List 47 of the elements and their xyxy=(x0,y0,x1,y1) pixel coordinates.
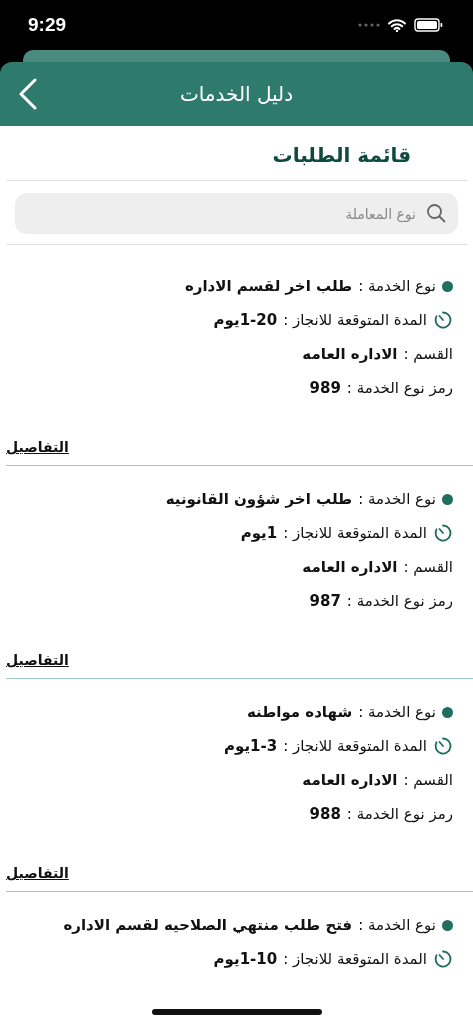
timer-icon xyxy=(433,949,453,969)
code-label: رمز نوع الخدمة : xyxy=(346,377,453,399)
duration-value: 1-10يوم xyxy=(213,948,278,970)
code-label: رمز نوع الخدمة : xyxy=(346,590,453,612)
header-title: دليل الخدمات xyxy=(179,81,294,108)
status-time: 9:29 xyxy=(28,12,67,37)
duration-label: المدة المتوقعة للانجاز : xyxy=(283,735,427,757)
code-value: 989 xyxy=(309,377,341,399)
details-link[interactable]: التفاصيل xyxy=(6,863,69,884)
details-link[interactable]: التفاصيل xyxy=(6,650,69,671)
timer-icon xyxy=(433,310,453,330)
service-label: نوع الخدمة : xyxy=(358,488,436,510)
service-name: شهاده مواطنه xyxy=(246,701,353,723)
bullet-icon xyxy=(442,919,453,931)
code-label: رمز نوع الخدمة : xyxy=(346,803,453,825)
duration-value: 1يوم xyxy=(240,522,278,544)
department-name: الاداره العامه xyxy=(302,769,398,791)
department-label: القسم : xyxy=(403,769,453,791)
duration-value: 1-3يوم xyxy=(224,735,278,757)
service-label: نوع الخدمة : xyxy=(358,701,436,723)
department-name: الاداره العامه xyxy=(302,343,398,365)
department-label: القسم : xyxy=(403,556,453,578)
code-value: 987 xyxy=(309,590,341,612)
bullet-icon xyxy=(442,280,453,292)
timer-icon xyxy=(433,736,453,756)
details-link[interactable]: التفاصيل xyxy=(6,437,69,458)
service-name: طلب اخر شؤون القانونيه xyxy=(165,488,353,510)
department-label: القسم : xyxy=(403,343,453,365)
timer-icon xyxy=(433,523,453,543)
department-name: الاداره العامه xyxy=(302,556,398,578)
service-label: نوع الخدمة : xyxy=(358,914,436,936)
battery-icon xyxy=(414,18,443,32)
service-label: نوع الخدمة : xyxy=(358,275,436,297)
bullet-icon xyxy=(442,706,453,718)
wifi-icon xyxy=(388,18,406,32)
section-title: قائمة الطلبات xyxy=(271,142,412,169)
duration-label: المدة المتوقعة للانجاز : xyxy=(283,522,427,544)
code-value: 988 xyxy=(309,803,341,825)
search-field[interactable]: نوع المعاملة xyxy=(15,193,458,234)
back-button[interactable] xyxy=(18,78,38,110)
service-name: فتح طلب منتهي الصلاحيه لقسم الاداره xyxy=(63,914,353,936)
duration-label: المدة المتوقعة للانجاز : xyxy=(283,309,427,331)
duration-label: المدة المتوقعة للانجاز : xyxy=(283,948,427,970)
signal-icon xyxy=(358,23,380,27)
bullet-icon xyxy=(442,493,453,505)
service-name: طلب اخر لقسم الاداره xyxy=(184,275,353,297)
duration-value: 1-20يوم xyxy=(213,309,278,331)
